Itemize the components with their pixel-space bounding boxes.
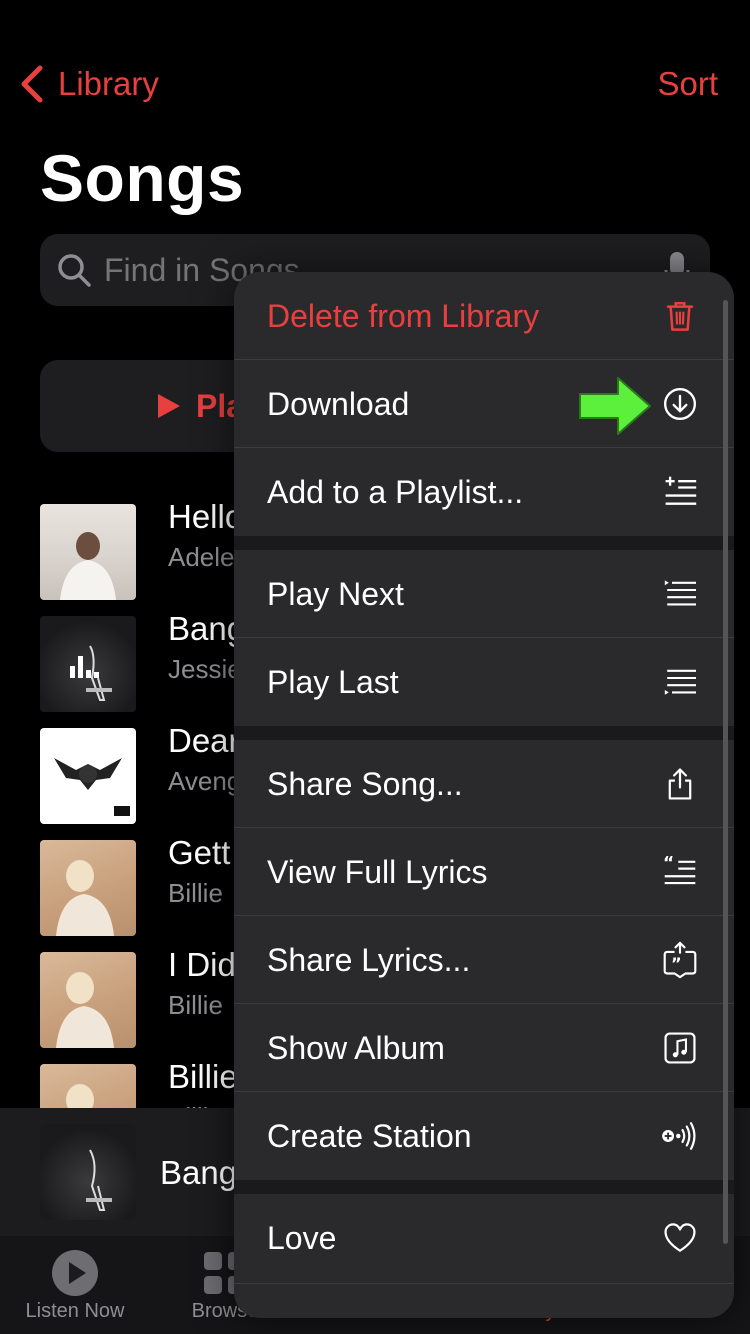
page-title: Songs [40,141,245,215]
green-arrow-icon [579,377,651,435]
screen: Library Sort Songs Pla [0,0,750,1334]
menu-item-label: Play Next [267,575,404,612]
menu-item-view-full-lyrics[interactable]: View Full Lyrics “ [234,828,734,916]
svg-text:”: ” [671,954,682,973]
menu-item-create-station[interactable]: Create Station [234,1092,734,1180]
menu-group-separator [234,536,734,550]
menu-item-delete-from-library[interactable]: Delete from Library [234,272,734,360]
sort-button[interactable]: Sort [657,62,718,106]
menu-item-label: Share Lyrics... [267,941,471,978]
adele-album-art-icon [40,504,136,600]
menu-item-label: Show Album [267,1029,445,1066]
lyrics-icon: “ [660,852,700,892]
trash-icon [660,296,700,336]
billie-album-art-icon [40,952,136,1048]
menu-item-play-last[interactable]: Play Last [234,638,734,726]
tab-listen-now[interactable]: Listen Now [0,1248,150,1323]
search-icon [58,254,91,287]
menu-item-love[interactable]: Love [234,1194,734,1282]
avenged-album-art-icon [40,728,136,824]
song-title: Dear [168,722,240,759]
song-artist: Billie [168,990,223,1020]
menu-group-separator [234,726,734,740]
ariana-album-art-icon [40,1124,136,1220]
song-title: Gett [168,834,231,871]
heart-icon [660,1218,700,1258]
context-menu: Delete from Library Download Add to a Pl… [234,272,734,1318]
back-button[interactable]: Library [18,62,159,106]
tab-label: Listen Now [25,1300,125,1322]
song-title: I Did [168,946,236,983]
play-last-icon [660,662,700,702]
menu-item-add-to-playlist[interactable]: Add to a Playlist... [234,448,734,536]
share-lyrics-icon: ” [660,940,700,980]
menu-scrollbar[interactable] [723,300,728,1244]
play-icon [157,394,180,418]
menu-item-label: Delete from Library [267,297,540,334]
menu-divider [234,1283,734,1284]
add-to-playlist-icon [660,472,700,512]
menu-item-label: Create Station [267,1117,472,1154]
song-title: Hello [168,498,244,535]
share-icon [660,764,700,804]
menu-item-label: Play Last [267,663,399,700]
menu-item-label: Love [267,1219,337,1256]
menu-item-play-next[interactable]: Play Next [234,550,734,638]
now-playing-title: Bang [160,1154,238,1191]
menu-item-download[interactable]: Download [234,360,734,448]
menu-item-label: Add to a Playlist... [267,473,524,510]
song-artist: Billie [168,878,223,908]
station-icon [660,1116,700,1156]
song-artist: Aveng [168,766,242,796]
menu-item-share-song[interactable]: Share Song... [234,740,734,828]
song-artist: Adele [168,542,235,572]
menu-item-label: Share Song... [267,765,463,802]
song-artist: Jessie [168,654,242,684]
svg-text:“: “ [663,855,674,874]
back-label: Library [58,65,159,102]
menu-group-separator [234,1180,734,1194]
play-next-icon [660,574,700,614]
menu-item-share-lyrics[interactable]: Share Lyrics... ” [234,916,734,1004]
song-title: Billie [168,1058,238,1095]
ariana-album-art-icon [40,616,136,712]
album-icon [660,1028,700,1068]
download-circle-icon [660,384,700,424]
chevron-left-icon [21,65,43,103]
menu-item-show-album[interactable]: Show Album [234,1004,734,1092]
menu-item-label: Download [267,385,410,422]
billie-album-art-icon [40,840,136,936]
play-circle-icon [52,1250,98,1296]
menu-item-label: View Full Lyrics [267,853,488,890]
